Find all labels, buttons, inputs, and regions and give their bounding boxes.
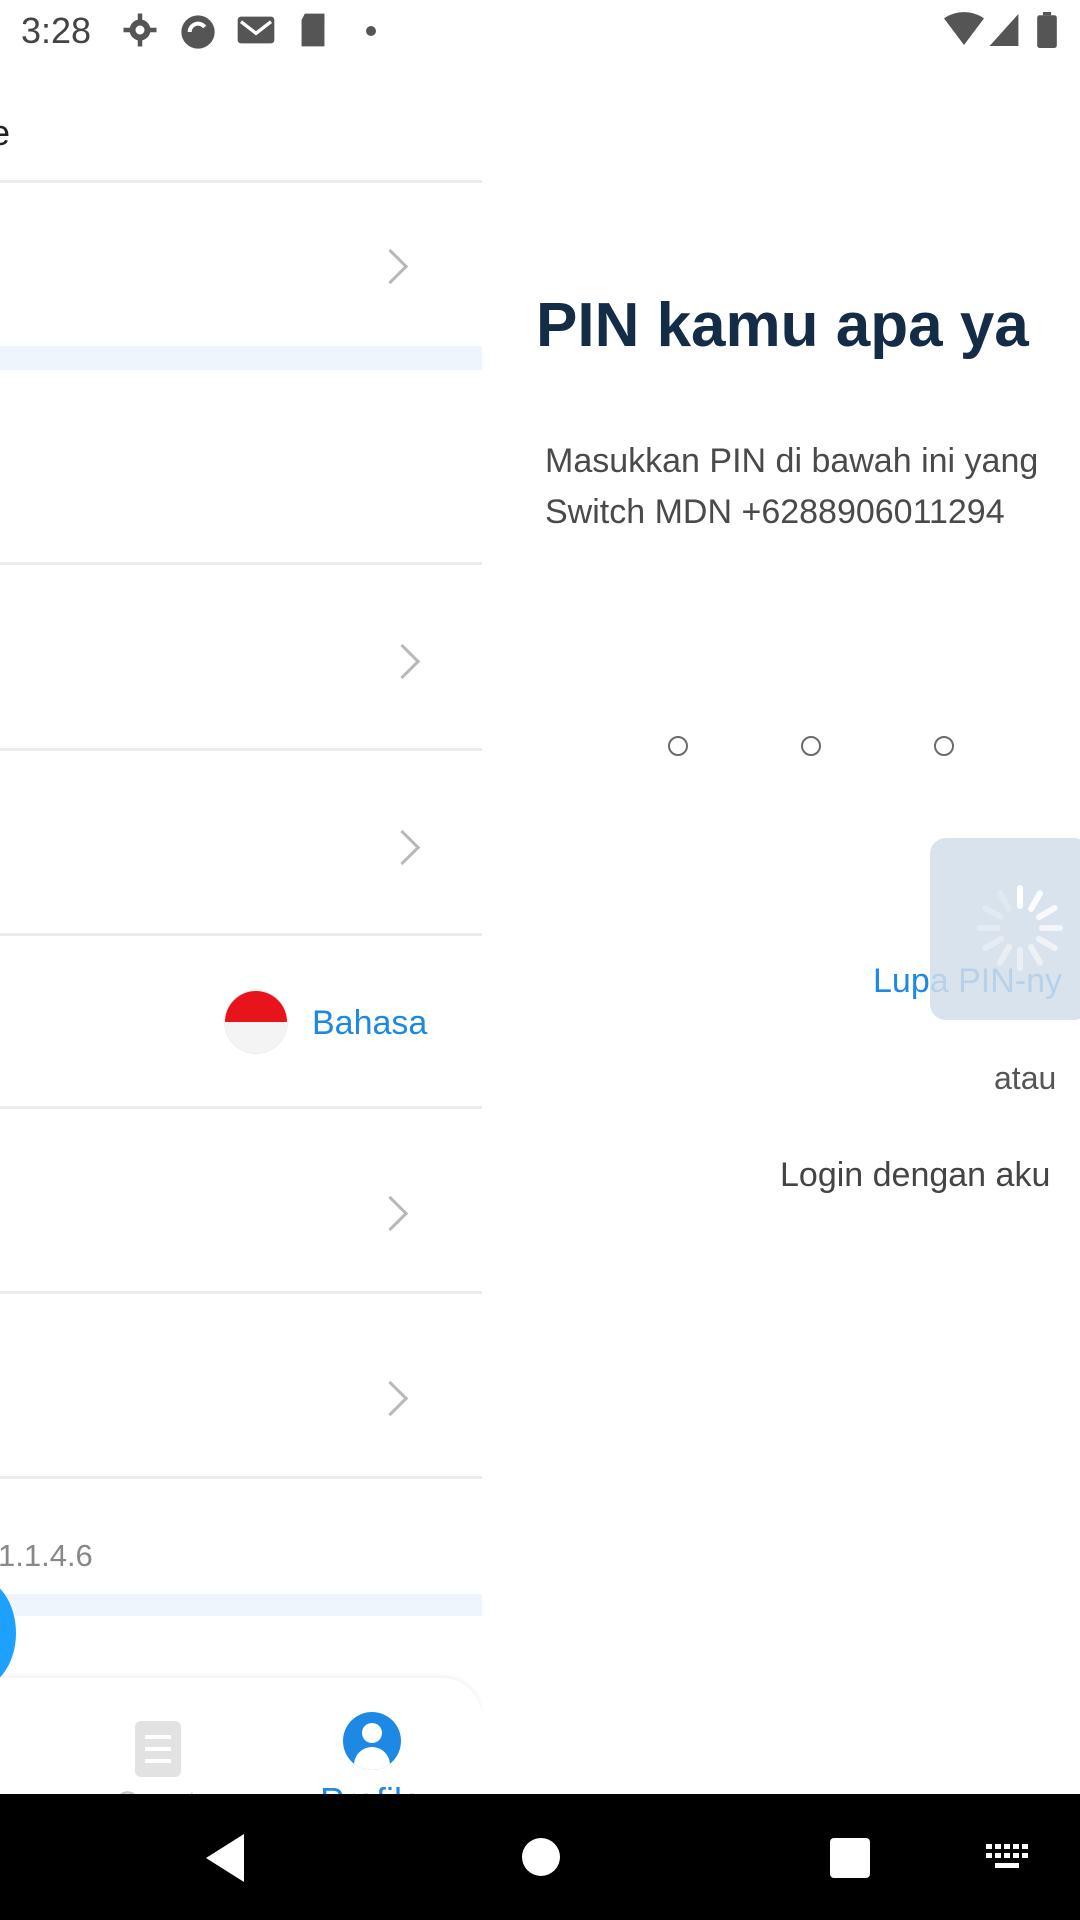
- sd-card-icon: [301, 13, 325, 47]
- pin-description-line-1: Masukkan PIN di bawah ini yang: [545, 442, 1039, 480]
- system-navigation-bar: [0, 1794, 1080, 1920]
- nav-tab-quest[interactable]: Quest: [90, 1698, 230, 1794]
- or-separator-text: atau: [994, 1060, 1057, 1096]
- signal-icon: [989, 14, 1019, 46]
- pin-dot: [934, 736, 954, 756]
- pin-entry-pane: PIN kamu apa ya Masukkan PIN di bawah in…: [482, 64, 1080, 1794]
- nav-quest-label: Quest: [116, 1786, 196, 1794]
- chevron-right-icon: [384, 829, 421, 866]
- bottom-navigation: Quest Profile: [0, 1678, 482, 1794]
- quest-clipboard-icon: [135, 1721, 181, 1777]
- pin-dot: [801, 736, 821, 756]
- recents-icon[interactable]: [830, 1838, 870, 1878]
- back-icon[interactable]: [206, 1834, 244, 1882]
- profile-menu-row-1[interactable]: [0, 183, 482, 343]
- language-label: Bahasa: [312, 1004, 428, 1042]
- profile-menu-row-4[interactable]: [0, 1109, 482, 1291]
- loading-overlay: [930, 838, 1080, 1020]
- profile-user-icon: [343, 1712, 401, 1770]
- profile-menu-row-2[interactable]: [0, 565, 482, 747]
- status-bar: 3:28: [0, 0, 1080, 64]
- sync-icon: [181, 15, 215, 49]
- indonesia-flag-icon: [225, 991, 287, 1053]
- pin-description-line-2: Switch MDN +6288906011294: [545, 493, 1005, 531]
- pin-title: PIN kamu apa ya: [536, 291, 1029, 360]
- notification-dot-icon: [366, 26, 376, 36]
- chevron-right-icon: [372, 1380, 409, 1417]
- section-separator: [0, 346, 482, 370]
- chevron-right-icon: [372, 248, 409, 285]
- pin-dot: [668, 736, 688, 756]
- profile-menu-row-3[interactable]: [0, 751, 482, 933]
- loading-spinner-icon: [977, 885, 1063, 971]
- login-with-account-link[interactable]: Login dengan aku: [780, 1156, 1050, 1195]
- chevron-right-icon: [372, 1195, 409, 1232]
- gmail-icon: [237, 16, 275, 44]
- keyboard-icon[interactable]: [986, 1844, 1030, 1872]
- profile-menu-row-5[interactable]: [0, 1294, 482, 1476]
- app-version: 1.1.4.6: [0, 1538, 93, 1573]
- profile-card-section: [0, 370, 482, 562]
- nav-tab-profile[interactable]: Profile: [300, 1692, 450, 1794]
- wifi-icon: [944, 12, 984, 46]
- settings-icon: [123, 13, 157, 47]
- profile-header-title: e: [0, 112, 11, 153]
- profile-pane: e Bahasa 1.1.4.6 Quest: [0, 64, 482, 1794]
- pin-description: Masukkan PIN di bawah ini yang Switch MD…: [545, 436, 1038, 538]
- section-separator: [0, 1594, 482, 1616]
- nav-profile-label: Profile: [320, 1780, 422, 1794]
- status-time: 3:28: [21, 10, 92, 51]
- divider: [0, 1476, 482, 1479]
- home-icon[interactable]: [522, 1838, 560, 1876]
- pin-input[interactable]: [662, 704, 1080, 784]
- language-row[interactable]: Bahasa: [0, 936, 482, 1106]
- chevron-right-icon: [384, 643, 421, 680]
- battery-icon: [1037, 12, 1057, 48]
